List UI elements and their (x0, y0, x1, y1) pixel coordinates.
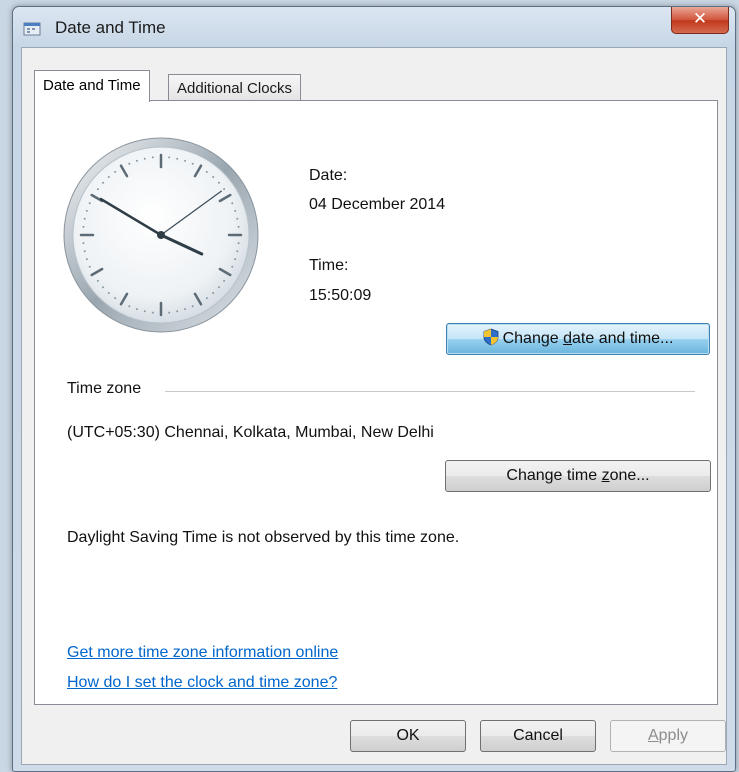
date-label: Date: (309, 167, 348, 184)
tab-date-and-time[interactable]: Date and Time (34, 70, 150, 102)
change-tz-accel: z (601, 467, 610, 484)
more-time-zone-info-link[interactable]: Get more time zone information online (67, 644, 338, 662)
apply-accel: A (647, 727, 659, 744)
time-value: 15:50:09 (309, 287, 372, 304)
change-tz-label-post: one... (609, 467, 650, 484)
change-time-zone-button[interactable]: Change time zone... (445, 460, 711, 492)
apply-button[interactable]: Apply (610, 720, 726, 752)
dialog-client-area: Date and Time Additional Clocks Date: 04… (21, 47, 727, 765)
ok-button[interactable]: OK (350, 720, 466, 752)
change-date-label-post: ate and time... (572, 330, 674, 347)
analog-clock-icon (63, 137, 259, 333)
cancel-button[interactable]: Cancel (480, 720, 596, 752)
date-value: 04 December 2014 (309, 196, 446, 213)
date-time-dialog: Date and Time ✕ Date and Time Additional… (12, 6, 736, 772)
change-date-accel: d (563, 330, 572, 347)
close-icon: ✕ (692, 9, 708, 29)
window-title: Date and Time (55, 18, 166, 37)
title-bar[interactable]: Date and Time ✕ (13, 7, 735, 47)
tab-additional-clocks[interactable]: Additional Clocks (168, 74, 302, 102)
change-tz-label-pre: Change time (506, 467, 602, 484)
time-zone-divider (165, 391, 695, 392)
change-date-and-time-button[interactable]: Change date and time... (446, 323, 710, 355)
change-date-label-pre: Change (502, 330, 564, 347)
uac-shield-icon (483, 328, 498, 346)
tab-panel: Date: 04 December 2014 Time: 15:50:09 Ch… (34, 100, 718, 705)
time-zone-heading: Time zone (67, 380, 142, 397)
apply-label-post: pply (658, 727, 689, 744)
dst-note: Daylight Saving Time is not observed by … (67, 529, 460, 546)
how-to-set-clock-link[interactable]: How do I set the clock and time zone? (67, 674, 337, 692)
time-label: Time: (309, 257, 349, 274)
time-zone-value: (UTC+05:30) Chennai, Kolkata, Mumbai, Ne… (67, 424, 434, 441)
date-time-app-icon (23, 22, 41, 36)
close-button[interactable]: ✕ (671, 7, 729, 34)
